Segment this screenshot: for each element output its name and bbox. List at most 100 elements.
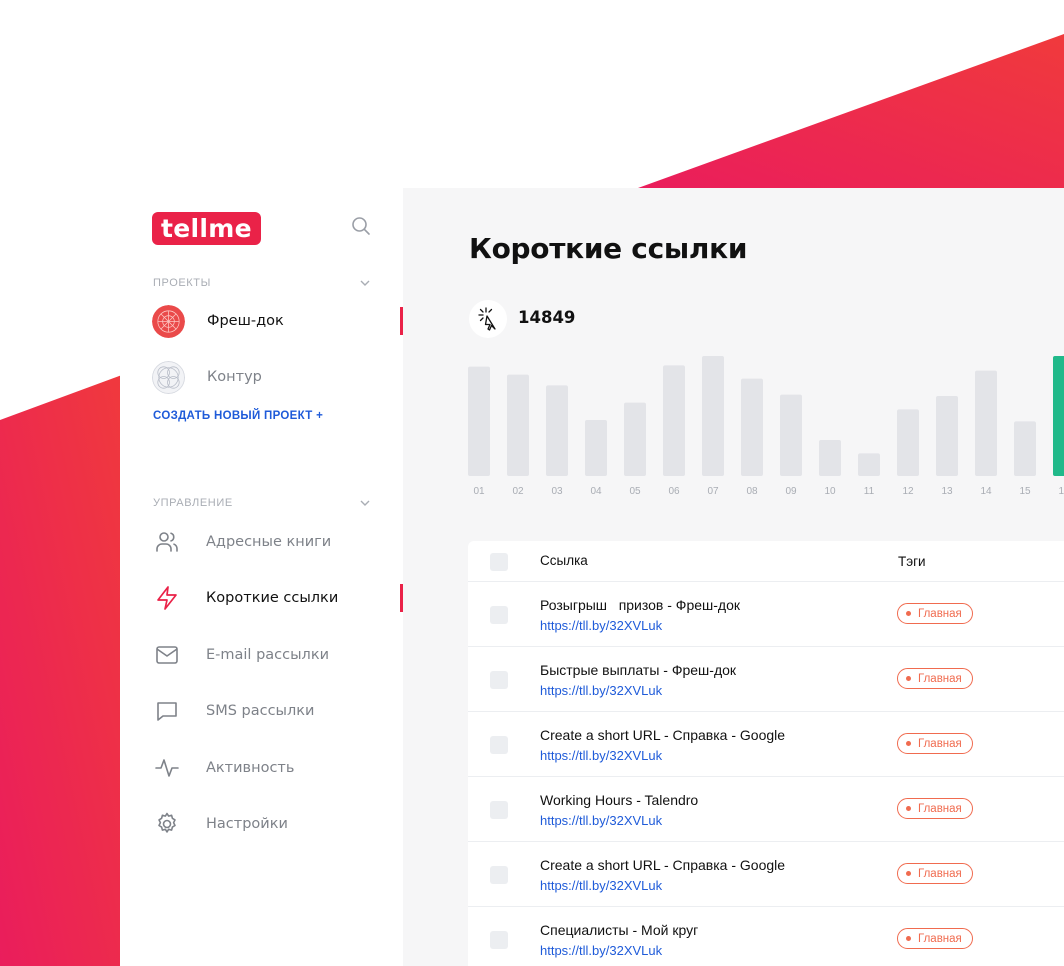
- table-row[interactable]: Специалисты - Мой круг https://tll.by/32…: [468, 907, 1064, 966]
- nav-item-short-links[interactable]: Короткие ссылки: [154, 584, 403, 612]
- click-count: 14849: [518, 308, 576, 327]
- row-checkbox[interactable]: [490, 606, 508, 624]
- nav-label: Настройки: [206, 816, 288, 832]
- tag-badge[interactable]: Главная: [897, 603, 973, 624]
- column-header-link: Ссылка: [540, 553, 588, 568]
- bar-03[interactable]: [546, 385, 568, 476]
- select-all-checkbox[interactable]: [490, 553, 508, 571]
- kontur-avatar-icon: [152, 360, 185, 394]
- bar-16[interactable]: [1053, 356, 1064, 476]
- gear-icon: [158, 812, 176, 833]
- table-row[interactable]: Быстрые выплаты - Фреш-док https://tll.b…: [468, 647, 1064, 712]
- short-url-link[interactable]: https://tll.by/32XVLuk: [540, 618, 662, 633]
- short-url-link[interactable]: https://tll.by/32XVLuk: [540, 683, 662, 698]
- column-header-tags: Тэги: [898, 554, 926, 569]
- bar-13[interactable]: [936, 396, 958, 476]
- project-name: Фреш-док: [207, 313, 284, 329]
- table-row[interactable]: Розыгрыш призов - Фреш-док https://tll.b…: [468, 582, 1064, 647]
- table-header: Ссылка Тэги: [468, 541, 1064, 582]
- short-url-link[interactable]: https://tll.by/32XVLuk: [540, 813, 662, 828]
- bar-11[interactable]: [858, 453, 880, 476]
- tag-label: Главная: [918, 672, 962, 685]
- table-row[interactable]: Create a short URL - Справка - Google ht…: [468, 712, 1064, 777]
- nav-item-email[interactable]: E-mail рассылки: [154, 641, 403, 669]
- table-row[interactable]: Create a short URL - Справка - Google ht…: [468, 842, 1064, 907]
- tick-label-09: 09: [785, 486, 797, 497]
- project-item-kontur[interactable]: Контур: [152, 360, 262, 394]
- bar-04[interactable]: [585, 420, 607, 476]
- chevron-down-icon[interactable]: [358, 496, 372, 510]
- nav-label: Адресные книги: [206, 534, 332, 550]
- bar-02[interactable]: [507, 374, 529, 476]
- bar-09[interactable]: [780, 394, 802, 476]
- short-url-link[interactable]: https://tll.by/32XVLuk: [540, 878, 662, 893]
- short-url-link[interactable]: https://tll.by/32XVLuk: [540, 748, 662, 763]
- tag-badge[interactable]: Главная: [897, 928, 973, 949]
- tag-label: Главная: [918, 802, 962, 815]
- tick-label-08: 08: [746, 486, 758, 497]
- tick-label-12: 12: [902, 486, 914, 497]
- search-icon[interactable]: [351, 216, 371, 236]
- row-checkbox[interactable]: [490, 866, 508, 884]
- bar-01[interactable]: [468, 366, 490, 476]
- bar-05[interactable]: [624, 402, 646, 476]
- link-title: Working Hours - Talendro: [540, 792, 699, 808]
- tag-label: Главная: [918, 867, 962, 880]
- tick-label-11: 11: [864, 486, 875, 497]
- links-table: Ссылка Тэги Розыгрыш призов - Фреш-док h…: [468, 541, 1064, 966]
- nav-item-activity[interactable]: Активность: [154, 754, 403, 782]
- nav-item-sms[interactable]: SMS рассылки: [154, 697, 403, 725]
- bar-08[interactable]: [741, 378, 763, 476]
- tick-label-10: 10: [824, 486, 836, 497]
- tick-label-04: 04: [590, 486, 602, 497]
- nav-item-settings[interactable]: Настройки: [154, 810, 403, 838]
- tag-badge[interactable]: Главная: [897, 798, 973, 819]
- bar-07[interactable]: [702, 356, 724, 476]
- bar-12[interactable]: [897, 409, 919, 476]
- bar-06[interactable]: [663, 365, 685, 476]
- mail-icon: [156, 646, 178, 664]
- row-checkbox[interactable]: [490, 931, 508, 949]
- link-title: Create a short URL - Справка - Google: [540, 727, 786, 743]
- row-checkbox[interactable]: [490, 801, 508, 819]
- bar-10[interactable]: [819, 440, 841, 476]
- tag-badge[interactable]: Главная: [897, 863, 973, 884]
- tag-badge[interactable]: Главная: [897, 668, 973, 689]
- page-title: Короткие ссылки: [469, 232, 748, 265]
- activity-icon: [155, 759, 179, 777]
- clicks-bar-chart: 01 02 03 04 05 06 07 08 09 10 11 12 13 14 15 16: [468, 356, 1064, 497]
- lightning-icon: [157, 586, 177, 610]
- tag-label: Главная: [918, 932, 962, 945]
- tick-label-02: 02: [512, 486, 524, 497]
- tick-label-07: 07: [707, 486, 719, 497]
- short-url-link[interactable]: https://tll.by/32XVLuk: [540, 943, 662, 958]
- chevron-down-icon[interactable]: [358, 276, 372, 290]
- sidebar: tellme ПРОЕКТЫ Фреш-док Контур СОЗДАТЬ Н…: [120, 188, 403, 966]
- cursor-click-icon: [478, 307, 496, 331]
- row-checkbox[interactable]: [490, 671, 508, 689]
- project-name: Контур: [207, 369, 262, 385]
- nav-item-address-books[interactable]: Адресные книги: [154, 528, 403, 556]
- tag-dot-icon: [906, 806, 911, 811]
- bar-14[interactable]: [975, 370, 997, 476]
- tellme-logo[interactable]: tellme: [152, 212, 261, 245]
- tag-dot-icon: [906, 871, 911, 876]
- bar-15[interactable]: [1014, 421, 1036, 476]
- link-title: Быстрые выплаты - Фреш-док: [540, 662, 737, 678]
- tick-label-05: 05: [629, 486, 641, 497]
- tag-dot-icon: [906, 741, 911, 746]
- tick-label-01: 01: [473, 486, 485, 497]
- tick-label-14: 14: [980, 486, 992, 497]
- row-checkbox[interactable]: [490, 736, 508, 754]
- nav-label: Короткие ссылки: [206, 590, 339, 606]
- tag-badge[interactable]: Главная: [897, 733, 973, 754]
- table-row[interactable]: Working Hours - Talendro https://tll.by/…: [468, 777, 1064, 842]
- project-item-fresh-doc[interactable]: Фреш-док: [152, 304, 284, 338]
- nav-label: Активность: [206, 760, 295, 776]
- tick-label-03: 03: [551, 486, 563, 497]
- create-project-link[interactable]: СОЗДАТЬ НОВЫЙ ПРОЕКТ +: [153, 410, 323, 422]
- nav-label: E-mail рассылки: [206, 647, 330, 663]
- tick-label-13: 13: [941, 486, 953, 497]
- tick-label-06: 06: [668, 486, 680, 497]
- tag-dot-icon: [906, 611, 911, 616]
